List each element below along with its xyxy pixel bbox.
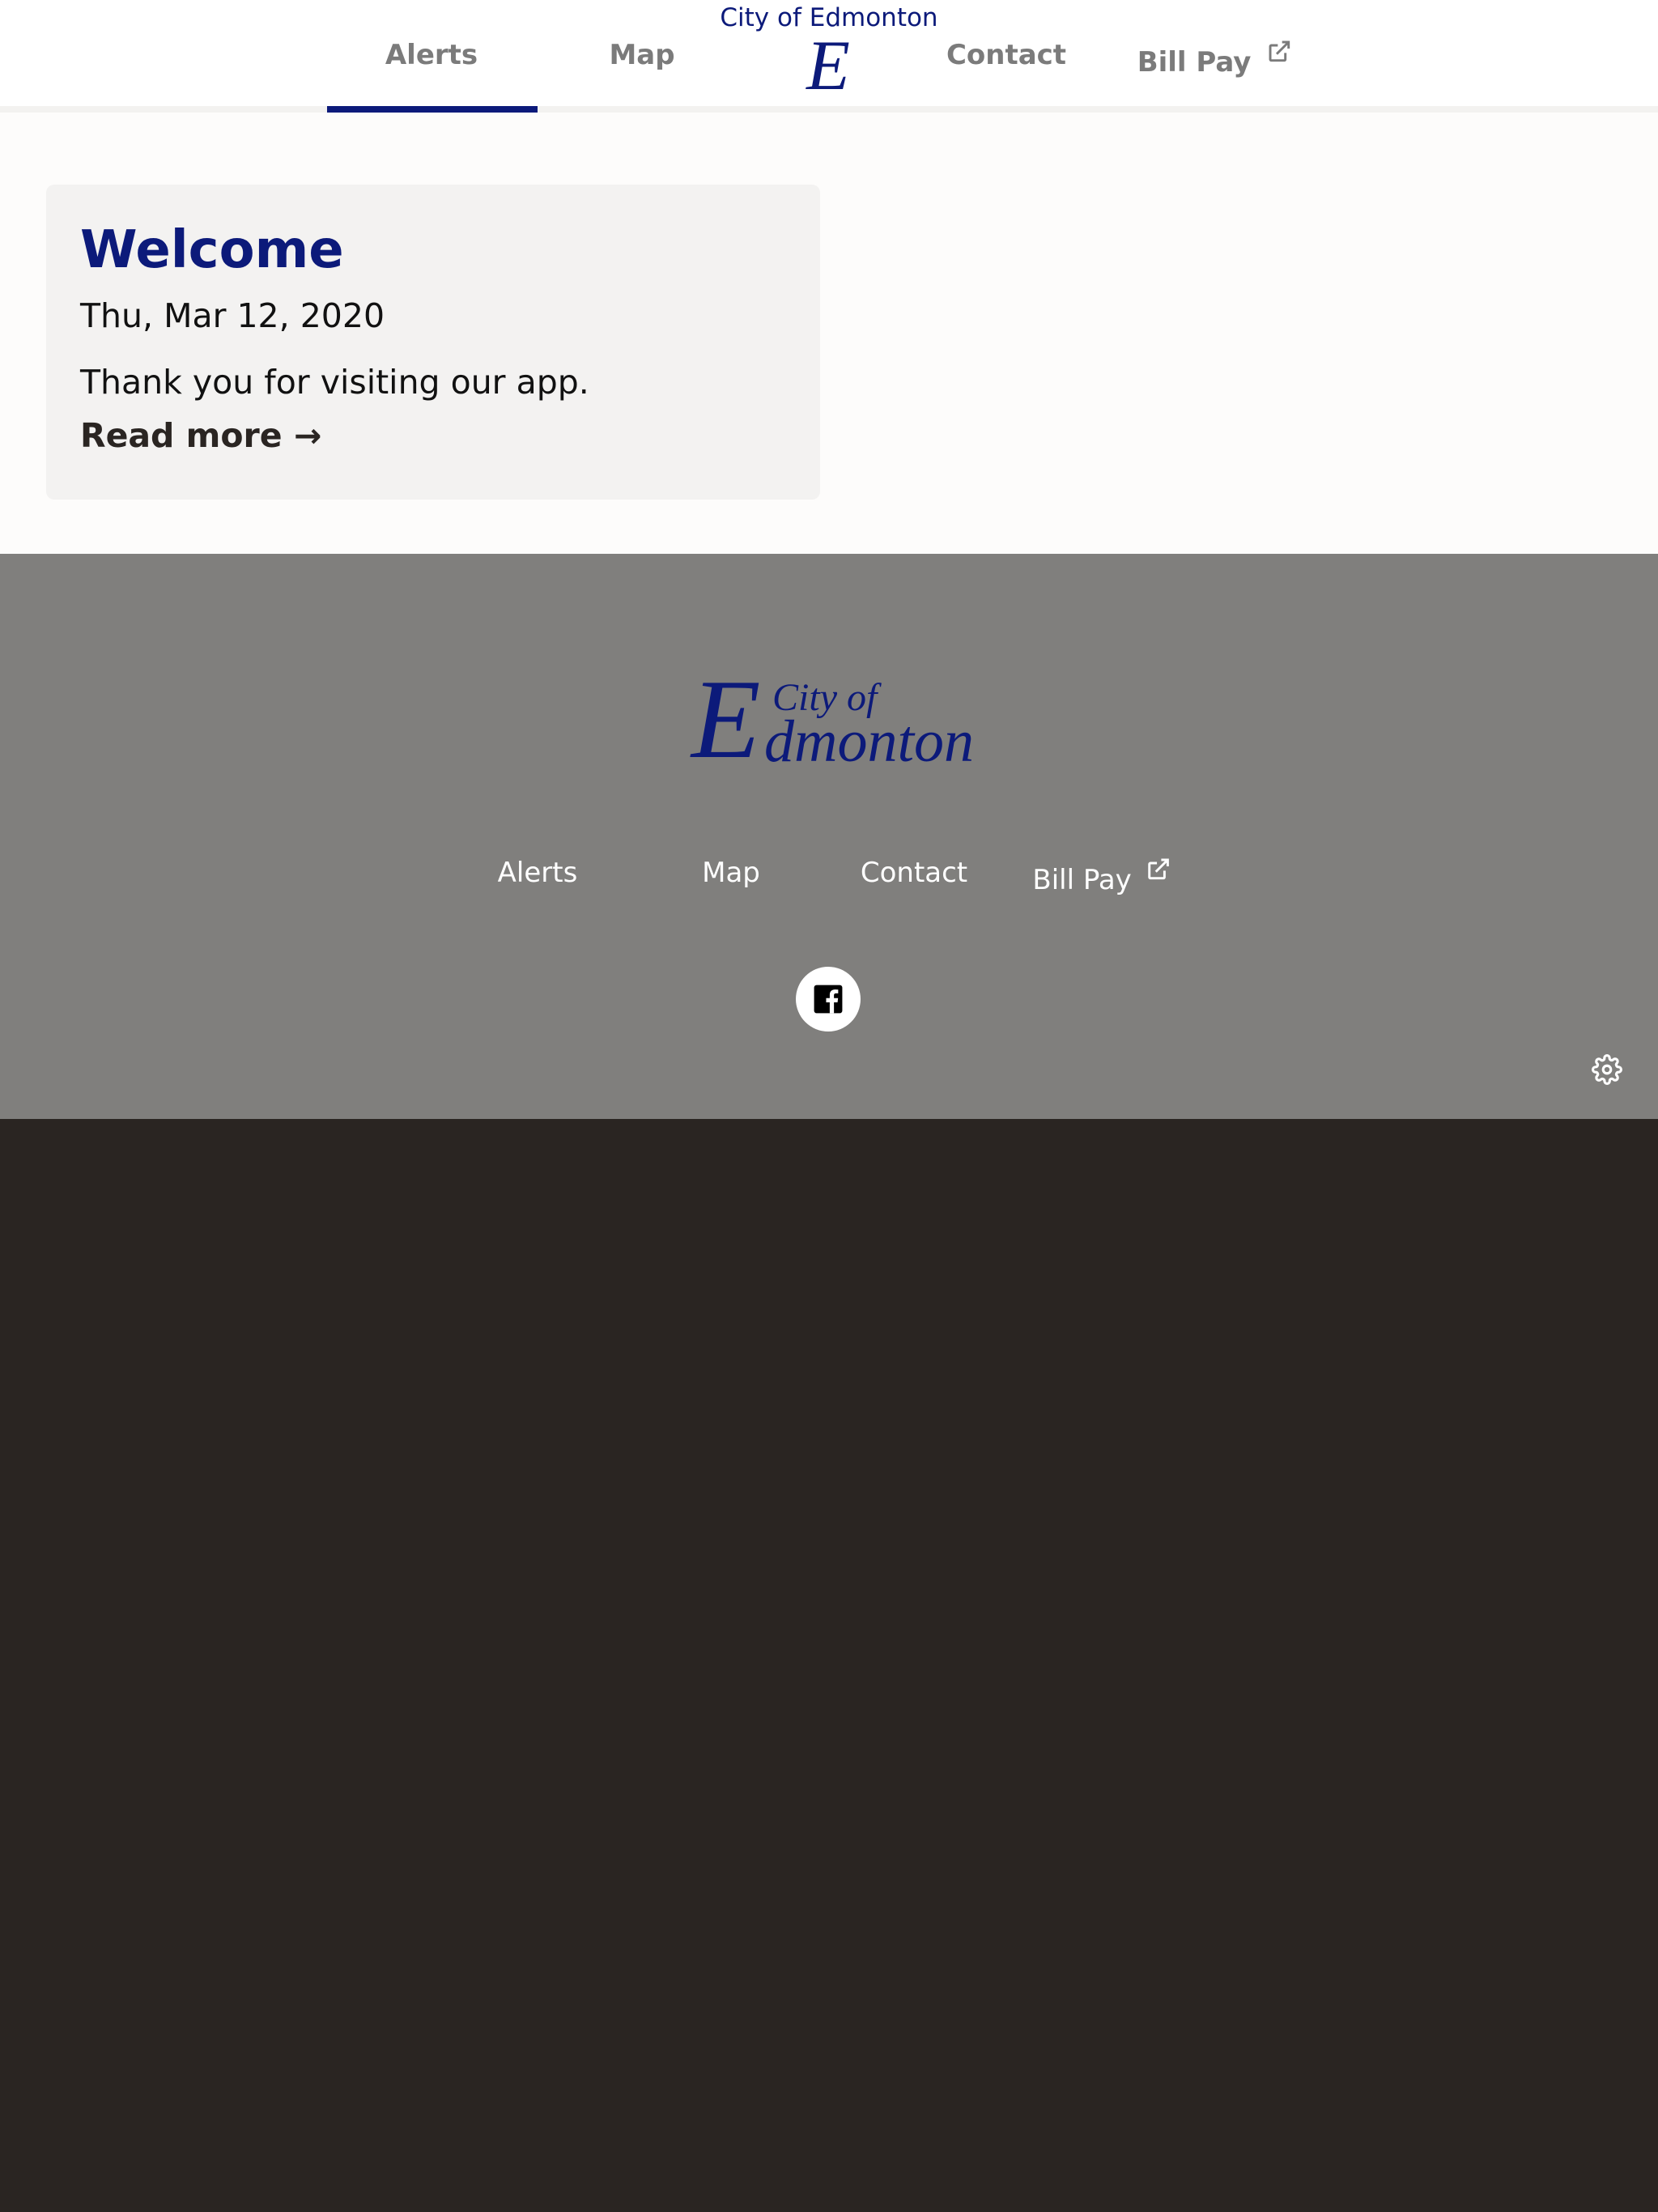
footer-alerts[interactable]: Alerts [498, 857, 578, 889]
welcome-card: Welcome Thu, Mar 12, 2020 Thank you for … [46, 185, 820, 500]
facebook-button[interactable] [796, 967, 861, 1032]
nav-alerts[interactable]: Alerts [385, 39, 478, 71]
card-date: Thu, Mar 12, 2020 [80, 296, 385, 335]
footer: E City of dmonton Alerts Map Contact Bil… [0, 554, 1658, 1119]
footer-bill-pay[interactable]: Bill Pay [1032, 857, 1171, 896]
logo-line2: dmonton [764, 708, 974, 775]
logo-e[interactable]: E [806, 31, 850, 102]
footer-logo[interactable]: E City of dmonton [691, 663, 975, 776]
gear-icon[interactable] [1592, 1054, 1622, 1085]
logo-letter: E [691, 657, 761, 782]
active-tab-indicator [327, 106, 538, 113]
nav-divider [0, 106, 1658, 113]
footer-bill-pay-label: Bill Pay [1032, 864, 1132, 896]
nav-bill-pay[interactable]: Bill Pay [1137, 39, 1292, 79]
top-nav: City of Edmonton Alerts Map E Contact Bi… [0, 0, 1658, 106]
external-link-icon [1148, 858, 1170, 880]
nav-contact[interactable]: Contact [946, 39, 1066, 71]
card-title: Welcome [80, 220, 344, 280]
footer-map[interactable]: Map [702, 857, 760, 889]
external-link-icon [1269, 40, 1290, 62]
read-more-link[interactable]: Read more → [80, 416, 321, 455]
nav-bill-pay-label: Bill Pay [1137, 46, 1252, 79]
footer-contact[interactable]: Contact [861, 857, 967, 889]
facebook-icon [814, 985, 843, 1014]
card-message: Thank you for visiting our app. [80, 363, 589, 402]
nav-map[interactable]: Map [609, 39, 674, 71]
